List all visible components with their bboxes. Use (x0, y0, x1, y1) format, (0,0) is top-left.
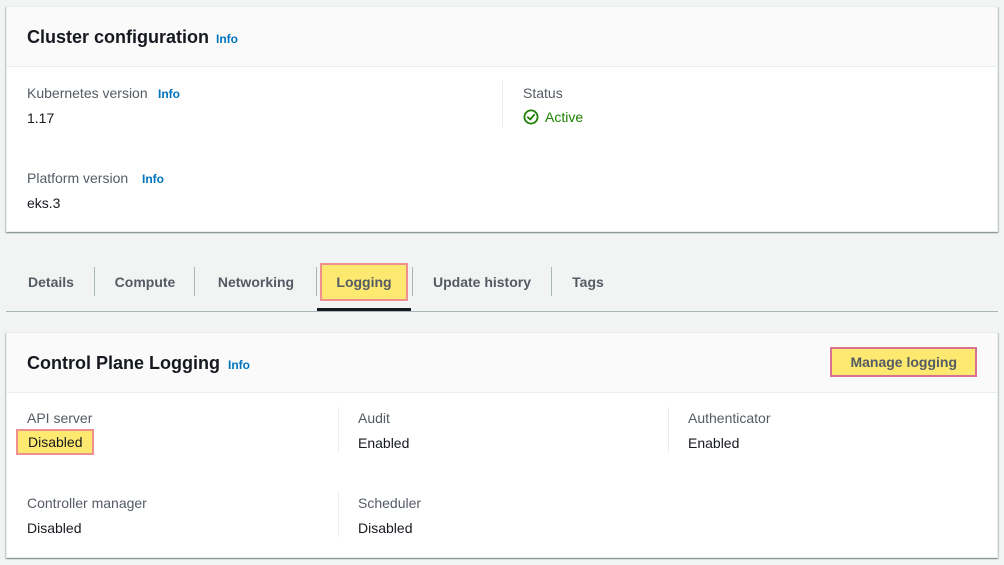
control-plane-logging-header: Control Plane Logging Info Manage loggin… (7, 333, 997, 393)
tab-networking[interactable]: Networking (196, 262, 316, 302)
column-divider (338, 491, 339, 537)
authenticator-value: Enabled (688, 435, 740, 451)
tab-separator (194, 267, 195, 296)
platform-version-label: Platform version (27, 170, 129, 186)
api-server-label: API server (27, 410, 93, 426)
status-value: Active (523, 109, 583, 125)
cluster-tabs: Details Compute Networking Logging Updat… (6, 262, 998, 312)
tab-update-history[interactable]: Update history (414, 262, 550, 302)
control-plane-logging-title: Control Plane Logging (27, 353, 220, 373)
tab-separator (316, 267, 317, 296)
cluster-configuration-title: Cluster configuration (27, 27, 210, 47)
tab-tags[interactable]: Tags (553, 262, 623, 302)
controller-manager-value: Disabled (27, 520, 82, 536)
kubernetes-version-value: 1.17 (27, 110, 55, 126)
audit-value: Enabled (358, 435, 410, 451)
status-label: Status (523, 85, 563, 101)
status-text: Active (545, 109, 584, 125)
active-tab-indicator (317, 308, 411, 311)
column-divider (668, 407, 669, 453)
authenticator-label: Authenticator (688, 410, 771, 426)
cluster-configuration-header: Cluster configuration Info (7, 7, 997, 67)
cluster-configuration-panel: Cluster configuration Info Kubernetes ve… (6, 6, 998, 232)
kubernetes-version-info-link[interactable]: Info (158, 87, 180, 101)
control-plane-logging-info-link[interactable]: Info (228, 358, 250, 372)
platform-version-info-link[interactable]: Info (142, 172, 164, 186)
scheduler-value: Disabled (358, 520, 413, 536)
check-circle-icon (523, 109, 539, 125)
control-plane-logging-panel: Control Plane Logging Info Manage loggin… (6, 332, 998, 558)
tab-logging[interactable]: Logging (319, 262, 409, 302)
audit-label: Audit (358, 410, 390, 426)
column-divider (502, 81, 503, 127)
manage-logging-button[interactable]: Manage logging (830, 347, 977, 377)
tab-compute[interactable]: Compute (96, 262, 194, 302)
tab-separator (412, 267, 413, 296)
platform-version-value: eks.3 (27, 195, 61, 211)
tab-separator (94, 267, 95, 296)
tab-details[interactable]: Details (11, 262, 91, 302)
api-server-value: Disabled (16, 429, 95, 455)
tab-separator (551, 267, 552, 296)
column-divider (338, 407, 339, 453)
scheduler-label: Scheduler (358, 495, 422, 511)
controller-manager-label: Controller manager (27, 495, 147, 511)
cluster-configuration-info-link[interactable]: Info (216, 32, 238, 46)
kubernetes-version-label: Kubernetes version (27, 85, 148, 101)
